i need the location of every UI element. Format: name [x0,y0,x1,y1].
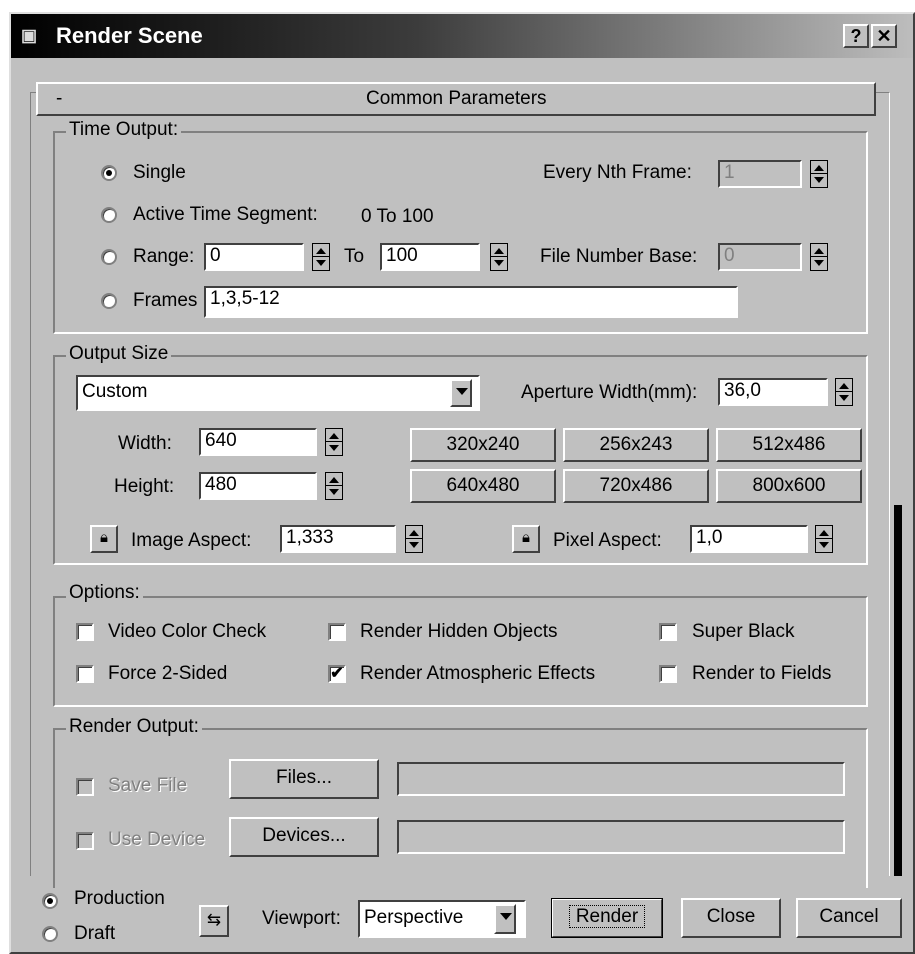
image-aspect-label: Image Aspect: [131,530,252,551]
render-hidden-objects-checkbox[interactable] [328,623,346,641]
lock-icon: 🔒︎ [522,529,530,546]
range-end-spinner[interactable] [490,243,508,271]
render-atmospheric-effects-checkbox[interactable]: ✔ [328,665,346,683]
video-color-check-label: Video Color Check [108,621,267,642]
file-number-base-field[interactable]: 0 [718,243,802,271]
draft-radio[interactable] [42,926,58,942]
frames-field[interactable]: 1,3,5-12 [204,286,738,318]
render-atmospheric-effects-label: Render Atmospheric Effects [360,663,596,684]
range-to-label: To [344,246,365,267]
single-radio[interactable] [101,165,117,181]
aperture-width-spinner[interactable] [835,378,853,406]
options-group [53,596,868,707]
frames-radio[interactable] [101,293,117,309]
use-device-label: Use Device [108,829,206,850]
pixel-aspect-spinner[interactable] [815,525,833,553]
production-radio[interactable] [42,893,58,909]
file-number-base-label: File Number Base: [540,246,698,267]
rollout-scroll-thumb[interactable] [894,505,902,876]
preset-640x480-button[interactable]: 640x480 [410,469,556,503]
active-time-segment-radio[interactable] [101,207,117,223]
super-black-checkbox[interactable] [659,623,677,641]
every-nth-frame-label: Every Nth Frame: [543,162,692,183]
production-label: Production [74,888,165,909]
file-number-base-spinner[interactable] [810,243,828,271]
save-file-label: Save File [108,775,188,796]
aperture-width-field[interactable]: 36,0 [718,378,828,406]
width-spinner[interactable] [325,428,343,456]
render-button-label: Render [568,905,646,928]
range-end-field[interactable]: 100 [380,243,480,271]
close-button[interactable]: Close [681,898,781,938]
save-file-checkbox[interactable] [76,778,94,796]
render-output-group [53,728,868,888]
render-output-legend: Render Output: [66,717,202,737]
cancel-button[interactable]: Cancel [796,898,902,938]
force-2-sided-checkbox[interactable] [76,665,94,683]
preset-320x240-button[interactable]: 320x240 [410,428,556,462]
preset-512x486-button[interactable]: 512x486 [716,428,862,462]
render-button[interactable]: Render [551,898,663,938]
preset-256x243-button[interactable]: 256x243 [563,428,709,462]
preset-800x600-button[interactable]: 800x600 [716,469,862,503]
pixel-aspect-label: Pixel Aspect: [553,530,662,551]
video-color-check-checkbox[interactable] [76,623,94,641]
pixel-aspect-lock-button[interactable]: 🔒︎ [512,525,540,553]
common-parameters-rollout-button[interactable]: - Common Parameters [36,82,876,116]
swap-production-draft-button[interactable]: ⇆ [199,905,229,937]
render-to-fields-checkbox[interactable] [659,665,677,683]
width-field[interactable]: 640 [199,428,317,456]
height-spinner[interactable] [325,472,343,500]
active-time-segment-value: 0 To 100 [361,206,434,227]
output-size-preset-value: Custom [82,381,148,402]
swap-arrow-icon: ⇆ [206,910,222,929]
time-output-legend: Time Output: [66,120,182,140]
rollout-title: Common Parameters [366,88,547,109]
lock-icon: 🔒︎ [100,529,108,546]
every-nth-frame-field[interactable]: 1 [718,160,802,188]
output-size-legend: Output Size [66,344,172,364]
pixel-aspect-field[interactable]: 1,0 [690,525,808,553]
preset-720x486-button[interactable]: 720x486 [563,469,709,503]
chevron-down-icon[interactable] [450,379,472,407]
range-start-field[interactable]: 0 [204,243,304,271]
force-2-sided-label: Force 2-Sided [108,663,228,684]
aperture-width-label: Aperture Width(mm): [521,382,698,403]
draft-label: Draft [74,923,116,944]
render-to-fields-label: Render to Fields [692,663,832,684]
viewport-label: Viewport: [262,908,341,929]
files-button[interactable]: Files... [229,759,379,799]
range-radio[interactable] [101,249,117,265]
close-window-button[interactable]: ✕ [871,24,897,48]
range-label: Range: [133,246,195,267]
image-aspect-lock-button[interactable]: 🔒︎ [90,525,118,553]
image-aspect-spinner[interactable] [405,525,423,553]
devices-button[interactable]: Devices... [229,817,379,857]
title-bar[interactable]: ▣ Render Scene ? ✕ [11,14,913,58]
options-legend: Options: [66,583,143,603]
help-button[interactable]: ? [843,24,869,48]
render-teapot-icon: ▣ [21,26,38,45]
frames-label: Frames [133,290,198,311]
output-size-preset-dropdown[interactable]: Custom [76,375,480,411]
range-start-spinner[interactable] [312,243,330,271]
single-label: Single [133,162,186,183]
image-aspect-field[interactable]: 1,333 [280,525,396,553]
active-time-segment-label: Active Time Segment: [133,204,318,225]
collapse-icon: - [56,88,63,109]
width-label: Width: [118,433,172,454]
render-hidden-objects-label: Render Hidden Objects [360,621,558,642]
chevron-down-icon[interactable] [494,904,516,934]
every-nth-frame-spinner[interactable] [810,160,828,188]
device-field[interactable] [397,820,845,854]
file-path-field[interactable] [397,762,845,796]
super-black-label: Super Black [692,621,795,642]
window-title: Render Scene [56,23,203,48]
height-label: Height: [114,476,175,497]
use-device-checkbox[interactable] [76,832,94,850]
height-field[interactable]: 480 [199,472,317,500]
viewport-value: Perspective [364,907,464,928]
